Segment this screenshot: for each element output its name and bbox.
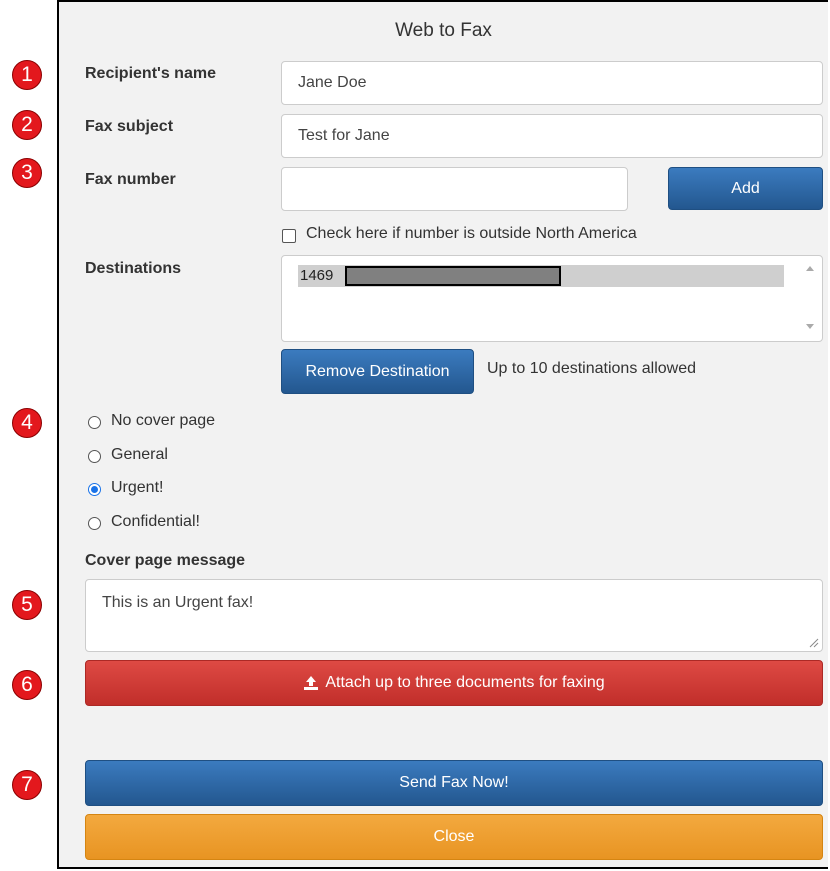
cover-message-value: This is an Urgent fax! xyxy=(102,594,254,611)
outside-north-america-label: Check here if number is outside North Am… xyxy=(306,225,637,242)
destinations-list[interactable]: 1469 xyxy=(281,255,823,342)
dialog-title: Web to Fax xyxy=(395,20,492,41)
upload-icon xyxy=(304,676,319,690)
general-radio[interactable] xyxy=(88,450,101,463)
destinations-label: Destinations xyxy=(85,260,182,277)
annotation-marker-1: 1 xyxy=(12,60,42,90)
fax-number-input[interactable] xyxy=(281,167,628,211)
no-cover-page-radio[interactable] xyxy=(88,416,101,429)
annotation-marker-5: 5 xyxy=(12,590,42,620)
fax-subject-label: Fax subject xyxy=(85,118,174,135)
confidential-radio[interactable] xyxy=(88,517,101,530)
send-fax-button[interactable]: Send Fax Now! xyxy=(85,760,823,806)
resize-handle-icon[interactable] xyxy=(809,638,819,648)
fax-subject-input[interactable]: Test for Jane xyxy=(281,114,823,158)
close-label: Close xyxy=(433,828,475,845)
remove-destination-button[interactable]: Remove Destination xyxy=(281,349,474,394)
scroll-down-arrow-icon[interactable] xyxy=(806,324,814,329)
send-fax-label: Send Fax Now! xyxy=(399,774,509,791)
annotation-marker-7: 7 xyxy=(12,770,42,800)
attach-documents-label: Attach up to three documents for faxing xyxy=(325,674,605,691)
close-button[interactable]: Close xyxy=(85,814,823,860)
fax-subject-value: Test for Jane xyxy=(298,127,390,144)
urgent-radio[interactable] xyxy=(88,483,101,496)
destinations-limit-note: Up to 10 destinations allowed xyxy=(487,360,697,377)
remove-destination-label: Remove Destination xyxy=(305,362,450,380)
recipient-name-value: Jane Doe xyxy=(298,74,367,91)
recipient-label: Recipient's name xyxy=(85,65,216,82)
cover-message-textarea[interactable]: This is an Urgent fax! xyxy=(85,579,823,652)
annotation-marker-6: 6 xyxy=(12,670,42,700)
web-to-fax-dialog: Web to Fax Recipient's name Jane Doe Fax… xyxy=(57,0,828,869)
add-button[interactable]: Add xyxy=(668,167,823,210)
annotation-marker-2: 2 xyxy=(12,110,42,140)
recipient-name-input[interactable]: Jane Doe xyxy=(281,61,823,105)
add-button-label: Add xyxy=(731,179,760,197)
attach-documents-button[interactable]: Attach up to three documents for faxing xyxy=(85,660,823,706)
general-label: General xyxy=(111,446,168,463)
annotation-marker-3: 3 xyxy=(12,158,42,188)
no-cover-page-label: No cover page xyxy=(111,412,216,429)
cover-message-label: Cover page message xyxy=(85,552,246,569)
destination-number: 1469 xyxy=(300,267,334,284)
urgent-label: Urgent! xyxy=(111,479,164,496)
redacted-block xyxy=(345,266,561,286)
annotation-marker-4: 4 xyxy=(12,408,42,438)
confidential-label: Confidential! xyxy=(111,513,200,530)
destination-item[interactable]: 1469 xyxy=(298,265,784,287)
fax-number-label: Fax number xyxy=(85,171,176,188)
scroll-up-arrow-icon[interactable] xyxy=(806,266,814,271)
outside-north-america-checkbox[interactable] xyxy=(282,229,296,243)
